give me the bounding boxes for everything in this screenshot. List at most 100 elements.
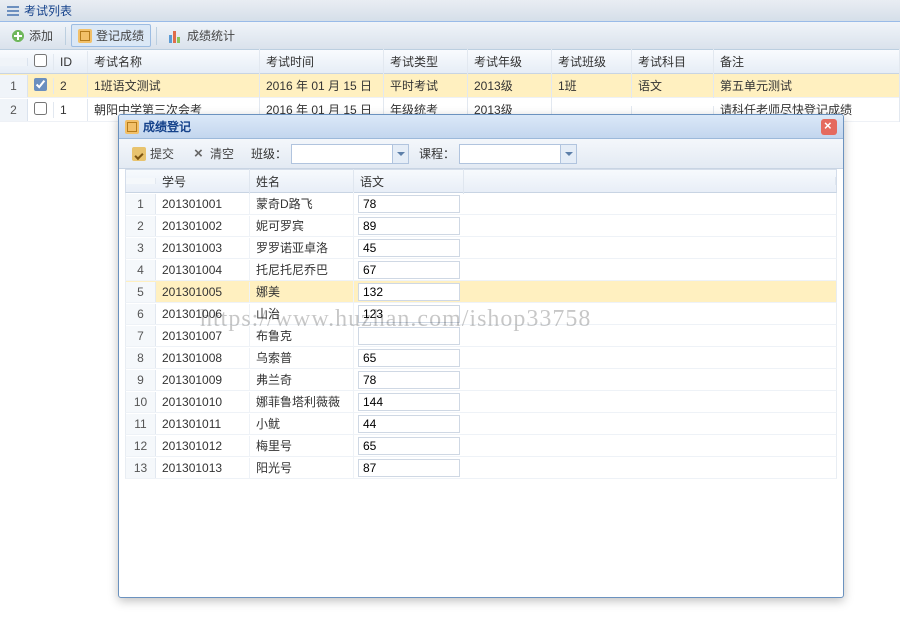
col-type[interactable]: 考试类型: [384, 49, 468, 74]
row-checkbox-cell[interactable]: [28, 102, 54, 118]
add-button-label: 添加: [29, 27, 53, 44]
register-icon: [125, 120, 139, 134]
score-input[interactable]: [358, 415, 460, 433]
table-row[interactable]: 6201301006山治: [125, 303, 837, 325]
dialog-title: 成绩登记: [125, 118, 191, 135]
course-label: 课程：: [419, 145, 455, 162]
chevron-down-icon[interactable]: [560, 145, 576, 163]
table-row[interactable]: 121班语文测试2016 年 01 月 15 日平时考试2013级1班语文第五单…: [0, 74, 900, 98]
cell-student-name: 乌索普: [250, 346, 354, 369]
chevron-down-icon[interactable]: [392, 145, 408, 163]
clear-button[interactable]: 清空: [185, 142, 241, 165]
col-score[interactable]: 语文: [354, 169, 464, 194]
score-input[interactable]: [358, 349, 460, 367]
cell-score: [354, 391, 464, 413]
course-combo[interactable]: [459, 144, 577, 164]
table-row[interactable]: 11201301011小鱿: [125, 413, 837, 435]
table-row[interactable]: 7201301007布鲁克: [125, 325, 837, 347]
course-input[interactable]: [460, 145, 560, 163]
row-number: 3: [126, 238, 156, 258]
cell-student-id: 201301012: [156, 436, 250, 456]
table-row[interactable]: 2201301002妮可罗宾: [125, 215, 837, 237]
register-score-button[interactable]: 登记成绩: [71, 24, 151, 47]
clear-icon: [192, 147, 206, 161]
row-checkbox[interactable]: [34, 102, 47, 115]
table-row[interactable]: 3201301003罗罗诺亚卓洛: [125, 237, 837, 259]
score-input[interactable]: [358, 239, 460, 257]
cell-subject: 语文: [632, 73, 714, 98]
col-note[interactable]: 备注: [714, 49, 900, 74]
cell-student-name: 梅里号: [250, 434, 354, 457]
col-id[interactable]: ID: [54, 51, 88, 73]
cell-score: [354, 237, 464, 259]
row-number: 1: [0, 75, 28, 97]
score-input[interactable]: [358, 437, 460, 455]
table-row[interactable]: 9201301009弗兰奇: [125, 369, 837, 391]
score-input[interactable]: [358, 217, 460, 235]
cell-subject: [632, 106, 714, 114]
cell-score: [354, 369, 464, 391]
cell-score: [354, 435, 464, 457]
cell-score: [354, 281, 464, 303]
row-number: 12: [126, 436, 156, 456]
stats-button-label: 成绩统计: [187, 27, 235, 44]
score-input[interactable]: [358, 459, 460, 477]
cell-student-name: 阳光号: [250, 456, 354, 479]
check-all-checkbox[interactable]: [34, 54, 47, 67]
score-grid-body: 1201301001蒙奇D路飞2201301002妮可罗宾3201301003罗…: [125, 193, 837, 479]
cell-student-name: 山治: [250, 302, 354, 325]
table-row[interactable]: 10201301010娜菲鲁塔利薇薇: [125, 391, 837, 413]
cell-score: [354, 413, 464, 435]
score-input[interactable]: [358, 195, 460, 213]
panel-header: 考试列表: [0, 0, 900, 22]
table-row[interactable]: 5201301005娜美: [125, 281, 837, 303]
row-checkbox-cell[interactable]: [28, 78, 54, 94]
class-input[interactable]: [292, 145, 392, 163]
table-row[interactable]: 1201301001蒙奇D路飞: [125, 193, 837, 215]
bar-chart-icon: [169, 29, 183, 43]
cell-student-id: 201301003: [156, 238, 250, 258]
cell-student-id: 201301006: [156, 304, 250, 324]
rownum-header: [126, 178, 156, 184]
cell-student-name: 妮可罗宾: [250, 214, 354, 237]
cell-student-id: 201301013: [156, 458, 250, 478]
row-number: 10: [126, 392, 156, 412]
score-grid: 学号 姓名 语文 1201301001蒙奇D路飞2201301002妮可罗宾32…: [119, 169, 843, 597]
stats-button[interactable]: 成绩统计: [162, 24, 242, 47]
cell-score: [354, 457, 464, 479]
col-subject[interactable]: 考试科目: [632, 49, 714, 74]
table-row[interactable]: 12201301012梅里号: [125, 435, 837, 457]
col-name[interactable]: 考试名称: [88, 49, 260, 74]
cell-id: 2: [54, 75, 88, 97]
row-checkbox[interactable]: [34, 78, 47, 91]
table-row[interactable]: 4201301004托尼托尼乔巴: [125, 259, 837, 281]
score-input[interactable]: [358, 393, 460, 411]
col-grade[interactable]: 考试年级: [468, 49, 552, 74]
score-input[interactable]: [358, 371, 460, 389]
col-class[interactable]: 考试班级: [552, 49, 632, 74]
check-all-header[interactable]: [28, 54, 54, 70]
score-input[interactable]: [358, 283, 460, 301]
toolbar-separator: [65, 27, 66, 45]
submit-button[interactable]: 提交: [125, 142, 181, 165]
cell-student-id: 201301011: [156, 414, 250, 434]
col-student-id[interactable]: 学号: [156, 169, 250, 194]
cell-student-name: 罗罗诺亚卓洛: [250, 236, 354, 259]
class-combo[interactable]: [291, 144, 409, 164]
cell-student-name: 蒙奇D路飞: [250, 192, 354, 215]
submit-button-label: 提交: [150, 145, 174, 162]
add-button[interactable]: 添加: [4, 24, 60, 47]
score-input[interactable]: [358, 261, 460, 279]
score-input[interactable]: [358, 305, 460, 323]
score-input[interactable]: [358, 327, 460, 345]
cell-note: 第五单元测试: [714, 73, 900, 98]
exam-grid-header: ID 考试名称 考试时间 考试类型 考试年级 考试班级 考试科目 备注: [0, 50, 900, 74]
col-student-name[interactable]: 姓名: [250, 169, 354, 194]
close-button[interactable]: [821, 119, 837, 135]
table-row[interactable]: 8201301008乌索普: [125, 347, 837, 369]
col-time[interactable]: 考试时间: [260, 49, 384, 74]
cell-score: [354, 215, 464, 237]
dialog-header[interactable]: 成绩登记: [119, 115, 843, 139]
register-button-label: 登记成绩: [96, 27, 144, 44]
table-row[interactable]: 13201301013阳光号: [125, 457, 837, 479]
